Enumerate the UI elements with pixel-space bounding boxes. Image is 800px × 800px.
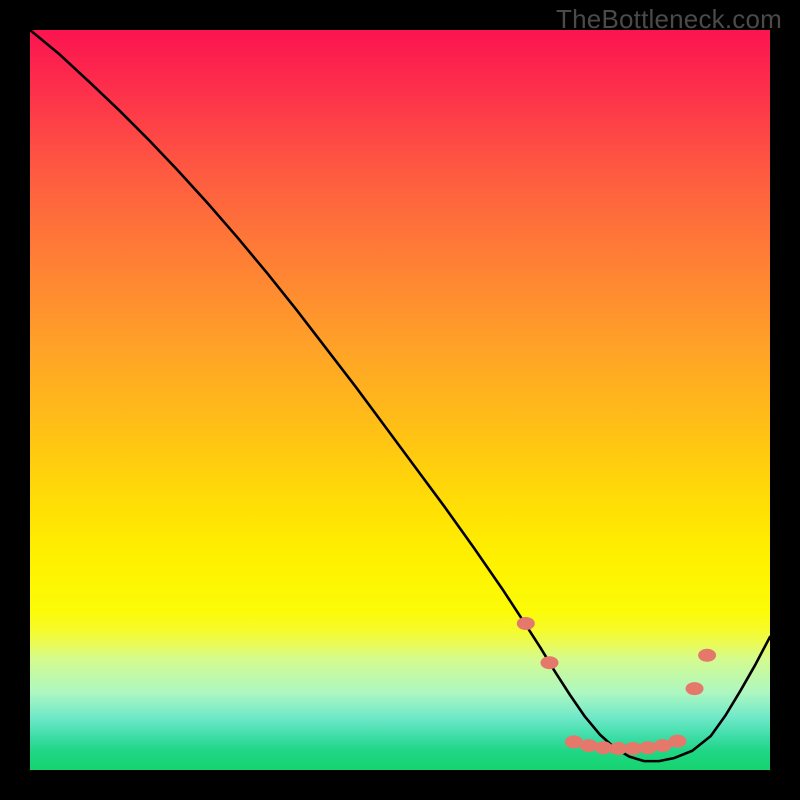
bottleneck-curve — [30, 30, 770, 770]
data-dot — [669, 735, 687, 748]
data-dots — [517, 617, 716, 755]
plot-area — [30, 30, 770, 770]
data-dot — [686, 682, 704, 695]
data-dot — [580, 739, 598, 752]
data-dot — [639, 741, 657, 754]
data-dot — [540, 656, 558, 669]
data-dot — [698, 649, 716, 662]
data-dot — [517, 617, 535, 630]
chart-frame: TheBottleneck.com — [0, 0, 800, 800]
main-curve-path — [30, 30, 770, 761]
